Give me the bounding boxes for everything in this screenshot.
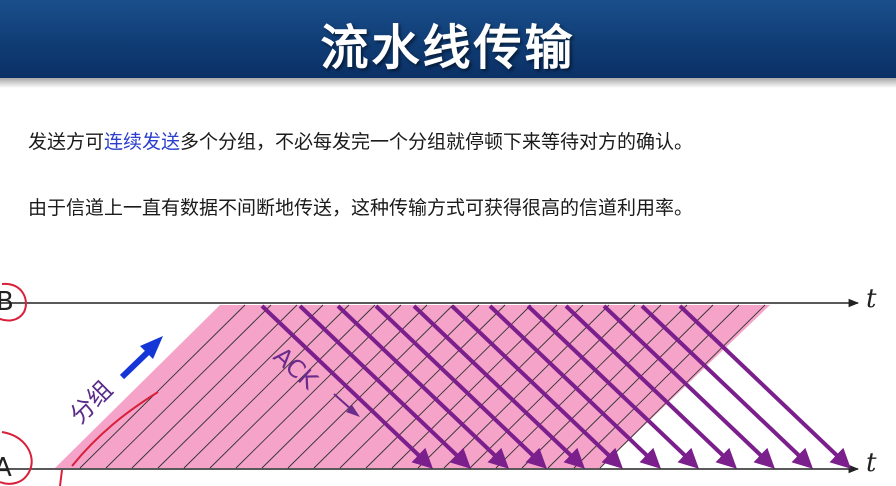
time-label-bottom: t [866,448,877,478]
ack-arrow [678,304,851,469]
red-tick [59,469,63,486]
station-a-label: A [0,453,12,483]
pipeline-diagram: t t B A 分组 ACK [0,282,877,486]
time-label-top: t [866,284,877,314]
station-b-label: B [0,287,14,317]
